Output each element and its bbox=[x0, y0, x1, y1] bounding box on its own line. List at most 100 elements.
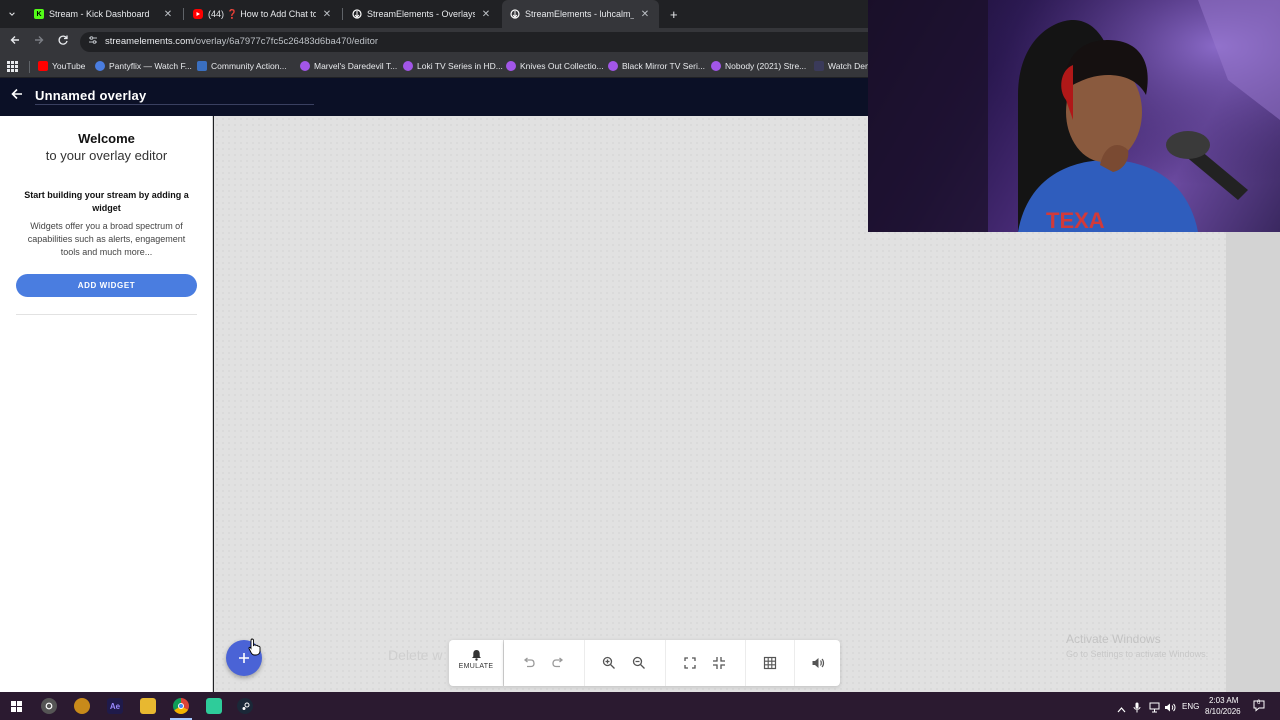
bookmark-icon bbox=[300, 61, 310, 71]
reload-icon bbox=[58, 35, 68, 45]
app-icon[interactable] bbox=[206, 698, 222, 714]
language-indicator[interactable]: ENG bbox=[1182, 702, 1199, 711]
arrow-right-icon bbox=[35, 36, 44, 44]
fullscreen-button[interactable] bbox=[680, 653, 700, 673]
browser-tab[interactable]: (44) ❓ How to Add Chat to OBS ✕ bbox=[185, 0, 341, 28]
chevron-down-icon bbox=[9, 12, 15, 16]
close-tab-icon[interactable]: ✕ bbox=[321, 9, 333, 20]
activate-windows-subtitle: Go to Settings to activate Windows. bbox=[1066, 649, 1209, 659]
chrome-icon[interactable] bbox=[173, 698, 189, 714]
tray-chevron-icon[interactable] bbox=[1117, 701, 1126, 719]
sidebar-description: Widgets offer you a broad spectrum of ca… bbox=[27, 221, 186, 257]
arrow-left-icon bbox=[10, 36, 19, 44]
welcome-subtitle: to your overlay editor bbox=[45, 148, 168, 163]
sidebar-divider bbox=[16, 314, 197, 315]
youtube-icon bbox=[193, 9, 203, 19]
bookmark-item[interactable]: Watch Dem bbox=[814, 61, 872, 71]
back-button[interactable] bbox=[7, 34, 23, 50]
fit-screen-icon bbox=[713, 657, 725, 669]
url-path: /overlay/6a7977c7fc5c26483d6ba470/editor bbox=[193, 36, 379, 47]
after-effects-icon[interactable]: Ae bbox=[107, 698, 123, 714]
bookmark-item[interactable]: Pantyflix — Watch F... bbox=[95, 61, 192, 71]
sidebar-lead-text: Start building your stream by adding a w… bbox=[24, 190, 189, 213]
notification-center-icon[interactable]: 6 bbox=[1253, 699, 1265, 712]
steam-icon[interactable] bbox=[237, 698, 253, 714]
arrow-left-icon bbox=[11, 88, 22, 100]
tab-divider bbox=[342, 8, 343, 20]
clock-time[interactable]: 2:03 AM bbox=[1209, 696, 1238, 705]
bookmark-item[interactable]: YouTube bbox=[38, 61, 85, 71]
toolbar-divider bbox=[584, 640, 585, 686]
svg-text:TEXA: TEXA bbox=[1046, 208, 1105, 232]
zoom-in-icon bbox=[602, 656, 615, 669]
webcam-image: TEXA bbox=[868, 0, 1280, 232]
app-icon[interactable] bbox=[74, 698, 90, 714]
undo-button[interactable] bbox=[519, 653, 539, 673]
bookmark-icon bbox=[403, 61, 413, 71]
fit-screen-button[interactable] bbox=[709, 653, 729, 673]
emulate-button[interactable]: EMULATE bbox=[449, 640, 503, 686]
browser-tab[interactable]: StreamElements - Overlays ✕ bbox=[344, 0, 500, 28]
bookmark-item[interactable]: Community Action... bbox=[197, 61, 287, 71]
bookmark-icon bbox=[814, 61, 824, 71]
new-tab-button[interactable]: + bbox=[662, 0, 682, 28]
grid-icon bbox=[763, 656, 777, 670]
zoom-out-icon bbox=[632, 656, 645, 669]
microphone-icon[interactable] bbox=[1133, 700, 1141, 718]
volume-button[interactable] bbox=[808, 653, 828, 673]
redo-button[interactable] bbox=[548, 653, 568, 673]
add-widget-button[interactable]: ADD WIDGET bbox=[16, 274, 197, 297]
url-text: streamelements.com/overlay/6a7977c7fc5c2… bbox=[105, 36, 378, 47]
bookmark-item[interactable]: Loki TV Series in HD... bbox=[403, 61, 503, 71]
editor-header: Unnamed overlay bbox=[0, 78, 868, 116]
volume-icon[interactable] bbox=[1164, 700, 1176, 718]
close-tab-icon[interactable]: ✕ bbox=[480, 9, 492, 20]
bookmark-item[interactable]: Knives Out Collectio... bbox=[506, 61, 604, 71]
notification-count: 6 bbox=[1257, 700, 1261, 706]
reload-button[interactable] bbox=[55, 34, 71, 50]
toolbar-divider bbox=[745, 640, 746, 686]
canvas-toolbar bbox=[504, 640, 840, 686]
canvas-right-gutter bbox=[1226, 232, 1280, 692]
tab-divider bbox=[183, 8, 184, 20]
forward-button[interactable] bbox=[31, 34, 47, 50]
redo-icon bbox=[552, 657, 564, 668]
start-icon[interactable] bbox=[8, 698, 24, 714]
bookmark-item[interactable]: Marvel's Daredevil T... bbox=[300, 61, 397, 71]
url-host: streamelements.com bbox=[105, 36, 194, 47]
bookmark-icon bbox=[506, 61, 516, 71]
kick-icon: K bbox=[34, 9, 44, 19]
toolbar-divider bbox=[794, 640, 795, 686]
bookmark-icon bbox=[711, 61, 721, 71]
clock-date[interactable]: 8/10/2026 bbox=[1205, 707, 1241, 716]
browser-tab-strip: K Stream - Kick Dashboard ✕ (44) ❓ How t… bbox=[0, 0, 868, 28]
grid-button[interactable] bbox=[760, 653, 780, 673]
apps-button[interactable] bbox=[7, 61, 18, 72]
fullscreen-icon bbox=[684, 657, 696, 669]
webcam-feed: TEXA bbox=[868, 0, 1280, 232]
editor-back-button[interactable] bbox=[10, 87, 24, 105]
tab-list-button[interactable] bbox=[0, 0, 24, 28]
browser-tab-active[interactable]: StreamElements - luhcalm_wav ✕ bbox=[502, 0, 659, 28]
bookmark-icon bbox=[608, 61, 618, 71]
bookmark-item[interactable]: Black Mirror TV Seri... bbox=[608, 61, 705, 71]
bookmark-item[interactable]: Nobody (2021) Stre... bbox=[711, 61, 806, 71]
address-bar[interactable]: streamelements.com/overlay/6a7977c7fc5c2… bbox=[80, 32, 868, 52]
toolbar-divider bbox=[665, 640, 666, 686]
streamelements-icon bbox=[510, 9, 520, 19]
zoom-in-button[interactable] bbox=[599, 653, 619, 673]
welcome-heading: Welcome bbox=[78, 131, 135, 146]
search-icon[interactable] bbox=[41, 698, 57, 714]
network-icon[interactable] bbox=[1149, 700, 1160, 718]
close-tab-icon[interactable]: ✕ bbox=[639, 9, 651, 20]
zoom-out-button[interactable] bbox=[629, 653, 649, 673]
file-explorer-icon[interactable] bbox=[140, 698, 156, 714]
close-tab-icon[interactable]: ✕ bbox=[162, 9, 174, 20]
overlay-name-underline bbox=[35, 104, 314, 105]
activate-windows-title: Activate Windows bbox=[1066, 632, 1161, 646]
browser-tab[interactable]: K Stream - Kick Dashboard ✕ bbox=[26, 0, 182, 28]
streamelements-icon bbox=[352, 9, 362, 19]
site-settings-icon[interactable] bbox=[88, 35, 98, 48]
apps-grid-icon bbox=[7, 61, 18, 72]
overlay-name-field[interactable]: Unnamed overlay bbox=[35, 88, 146, 103]
